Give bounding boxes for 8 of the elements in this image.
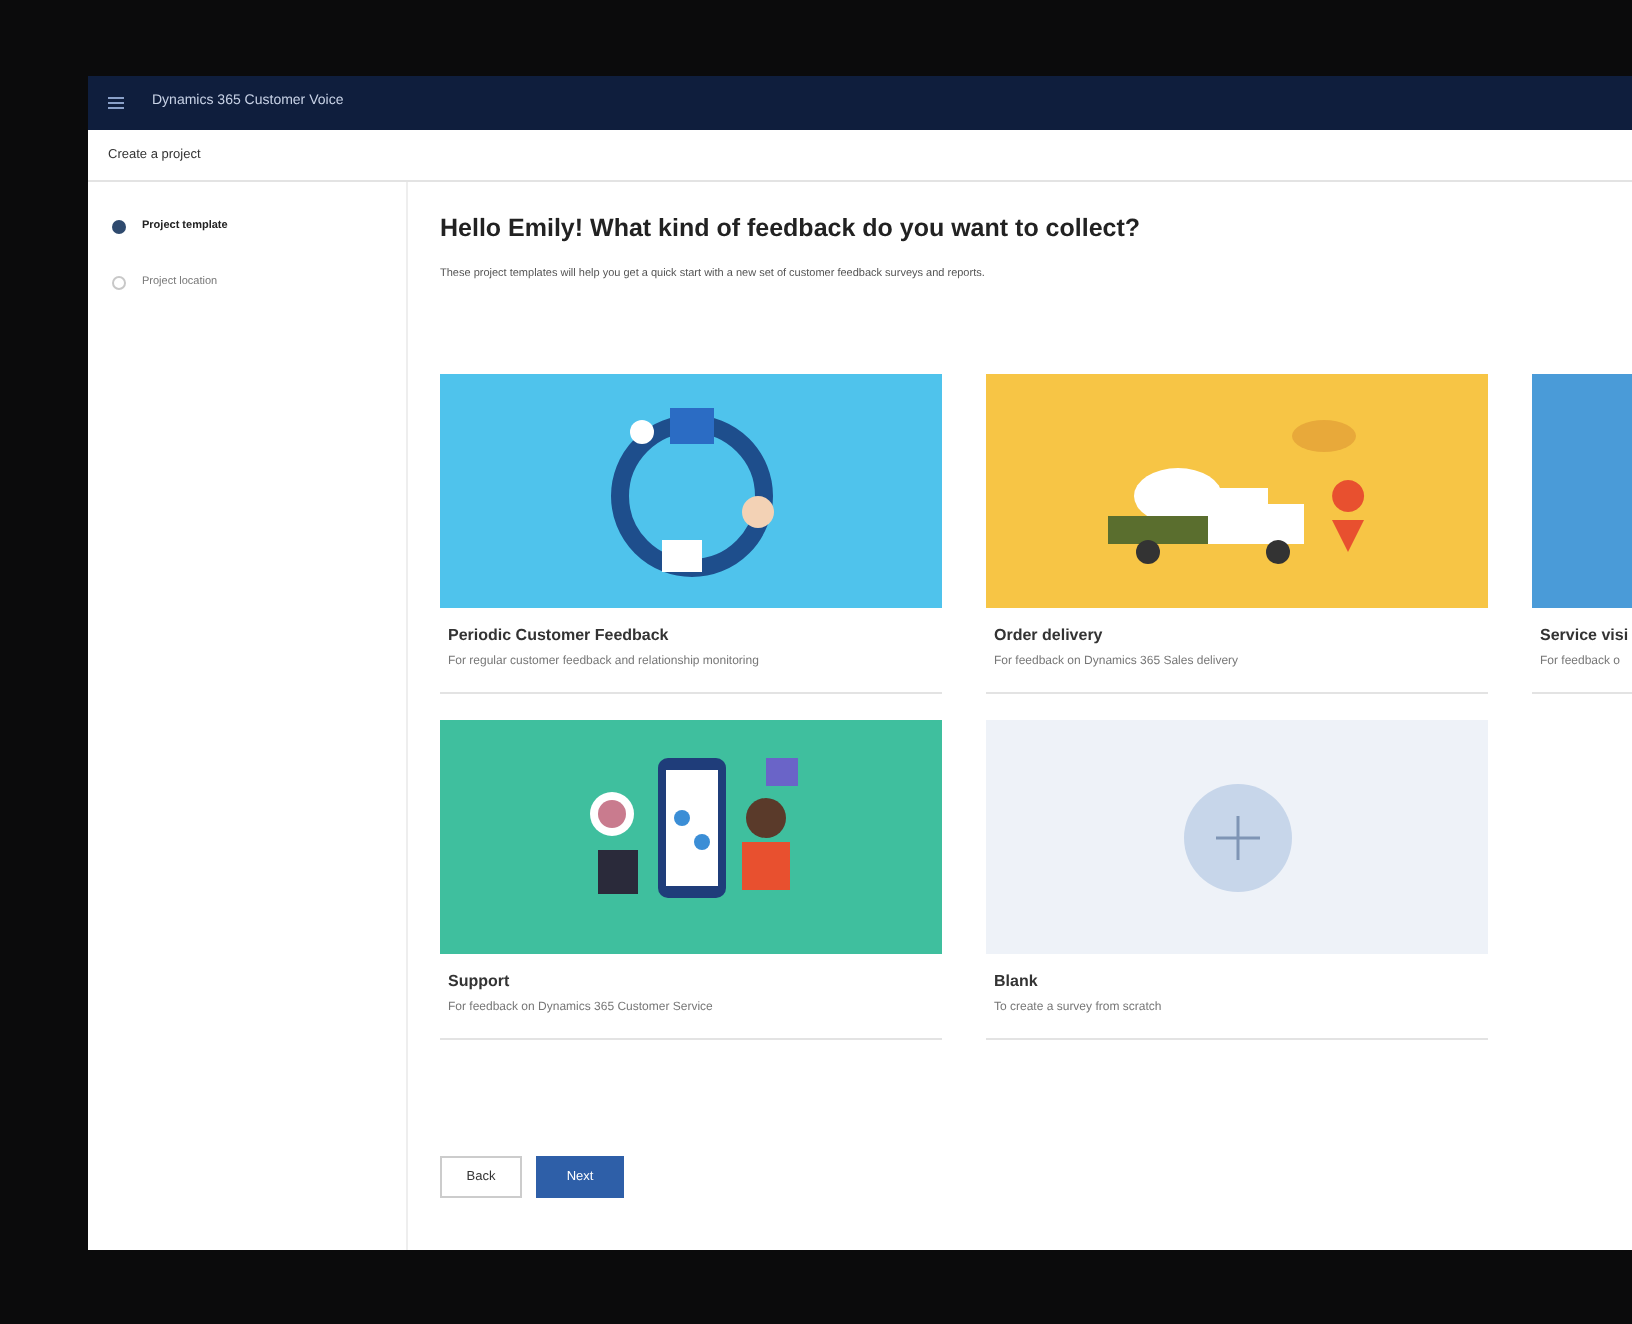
card-title: Order delivery [994, 624, 1105, 648]
card-title: Blank [994, 970, 1040, 994]
page-heading: Hello Emily! What kind of feedback do you want to collect? [440, 212, 1143, 246]
card-title: Periodic Customer Feedback [448, 624, 671, 648]
card-title: Service visi [1540, 624, 1624, 648]
menu-icon[interactable] [108, 96, 124, 110]
card-title: Support [448, 970, 512, 994]
plus-icon [1181, 781, 1293, 893]
